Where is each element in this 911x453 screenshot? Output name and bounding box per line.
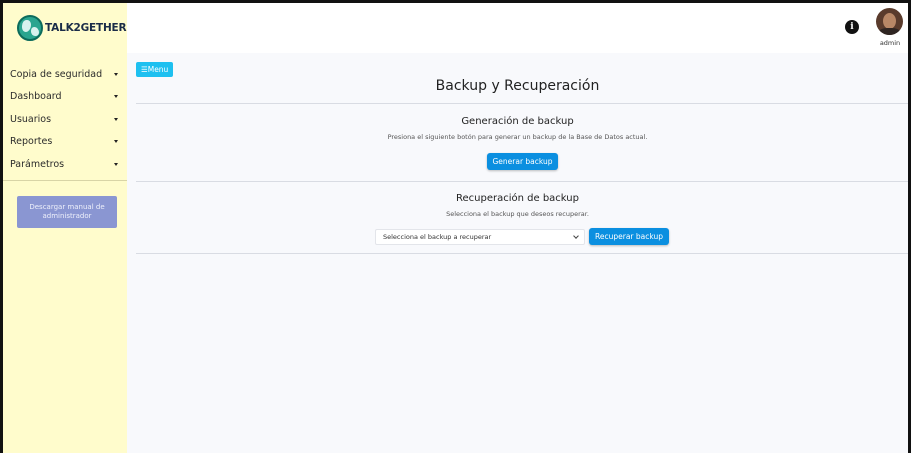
sidebar-item-label: Copia de seguridad [10,68,103,80]
download-manual-button[interactable]: Descargar manual de administrador [17,196,117,228]
sidebar-divider [3,180,127,181]
sidebar-item-copia-de-seguridad[interactable]: Copia de seguridad [3,63,127,86]
sidebar-item-reportes[interactable]: Reportes [3,131,127,154]
generate-backup-button[interactable]: Generar backup [487,153,558,170]
topbar: i admin [127,3,908,53]
recovery-section-title: Recuperación de backup [456,193,579,204]
backup-section-description: Presiona el siguiente botón para generar… [387,133,648,141]
divider [136,253,908,254]
caret-down-icon [114,140,118,144]
sidebar: TALK2GETHER Copia de seguridad Dashboard… [3,3,127,453]
sidebar-item-label: Parámetros [10,158,65,170]
brand-name: TALK2GETHER [45,22,127,34]
sidebar-item-label: Usuarios [10,113,52,125]
page-title: Backup y Recuperación [435,78,600,94]
chevron-down-icon [573,232,579,239]
sidebar-item-label: Reportes [10,136,53,148]
caret-down-icon [114,162,118,166]
user-name: admin [879,39,901,47]
sidebar-item-label: Dashboard [10,91,62,103]
caret-down-icon [114,95,118,99]
info-icon[interactable]: i [845,20,859,34]
brand-logo[interactable]: TALK2GETHER [3,3,127,53]
sidebar-item-usuarios[interactable]: Usuarios [3,108,127,131]
sidebar-item-dashboard[interactable]: Dashboard [3,86,127,109]
recovery-section-description: Selecciona el backup que deseos recupera… [446,210,589,218]
globe-logo-icon [17,15,43,41]
divider [136,181,908,182]
restore-backup-button[interactable]: Recuperar backup [589,228,669,245]
backup-select-value: Selecciona el backup a recuperar [383,233,492,241]
avatar[interactable] [876,8,903,35]
sidebar-item-parametros[interactable]: Parámetros [3,153,127,176]
caret-down-icon [114,117,118,121]
backup-select[interactable]: Selecciona el backup a recuperar [375,229,585,245]
divider [136,103,908,104]
backup-section-title: Generación de backup [461,116,574,127]
menu-toggle-button[interactable]: ☰Menu [136,62,174,77]
caret-down-icon [114,72,118,76]
sidebar-nav: Copia de seguridad Dashboard Usuarios Re… [3,63,127,176]
